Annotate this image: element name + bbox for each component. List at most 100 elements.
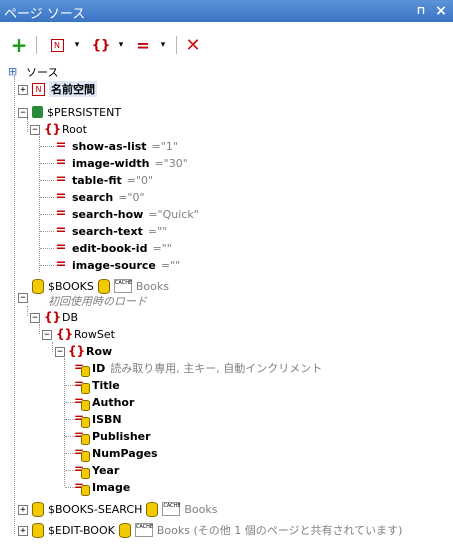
id-note: 読み取り専用, 主キー, 自動インクリメント xyxy=(110,362,323,375)
attribute-icon[interactable]: = xyxy=(134,36,152,55)
field-row[interactable]: = Publisher xyxy=(74,428,151,445)
field-row[interactable]: = Author xyxy=(74,394,135,411)
field-icon: = xyxy=(74,463,90,479)
attribute-icon: = xyxy=(55,155,67,170)
element-icon: {} xyxy=(44,310,62,324)
field-name: Image xyxy=(92,480,131,494)
pin-icon[interactable]: ⊓ xyxy=(414,4,428,18)
attribute-icon: = xyxy=(55,223,67,238)
tree-item-root[interactable]: {} Root xyxy=(44,121,87,137)
node-dropdown-icon[interactable]: ▾ xyxy=(72,36,82,54)
tree-guide xyxy=(40,214,54,215)
attribute-name: search-text xyxy=(72,224,143,238)
tree-item-books[interactable]: $BOOKS CACHE Books xyxy=(32,278,169,294)
database-icon xyxy=(32,501,44,517)
title-bar: ページ ソース ⊓ × xyxy=(0,0,453,22)
field-row[interactable]: = ISBN xyxy=(74,411,122,428)
attribute-row[interactable]: = search-how ="Quick" xyxy=(54,206,199,222)
tree-root[interactable]: ⊞ ソース xyxy=(8,64,58,80)
attribute-row[interactable]: = show-as-list ="1" xyxy=(54,138,178,154)
field-icon: = xyxy=(74,412,90,428)
field-name: Author xyxy=(92,395,135,409)
tree-guide xyxy=(27,306,28,316)
element-icon: {} xyxy=(68,344,86,358)
attribute-row[interactable]: = edit-book-id ="" xyxy=(54,240,172,256)
brace-dropdown-icon[interactable]: ▾ xyxy=(116,36,126,54)
add-icon[interactable]: + xyxy=(10,33,28,57)
collapse-toggle[interactable]: − xyxy=(30,313,40,323)
close-icon[interactable]: × xyxy=(434,4,448,18)
field-icon: = xyxy=(74,446,90,462)
tree-guide xyxy=(39,136,40,272)
attribute-row[interactable]: = image-width ="30" xyxy=(54,155,188,171)
attribute-name: show-as-list xyxy=(72,139,147,153)
books-note: 初回使用時のロード xyxy=(48,293,147,309)
namespaces-label: 名前空間 xyxy=(49,81,97,97)
expand-toggle[interactable]: + xyxy=(18,505,28,515)
attribute-dropdown-icon[interactable]: ▾ xyxy=(158,36,168,54)
field-row[interactable]: = Image xyxy=(74,479,131,496)
expand-toggle[interactable]: + xyxy=(18,85,28,95)
add-node-button[interactable]: N xyxy=(50,36,68,54)
attribute-value: ="0" xyxy=(126,173,154,187)
attribute-value: ="" xyxy=(160,258,181,272)
field-name: ISBN xyxy=(92,412,122,426)
delete-icon[interactable]: ✕ xyxy=(184,35,202,56)
attribute-icon: = xyxy=(55,172,67,187)
attribute-icon: = xyxy=(55,257,67,272)
field-row[interactable]: = Year xyxy=(74,462,119,479)
node-icon: N xyxy=(50,38,64,52)
attribute-value: ="" xyxy=(147,224,168,238)
field-name: NumPages xyxy=(92,446,158,460)
attribute-icon: = xyxy=(55,189,67,204)
attribute-value: ="Quick" xyxy=(148,207,199,221)
toolbar-separator xyxy=(176,36,177,54)
tree-item-persistent[interactable]: $PERSISTENT xyxy=(32,104,121,120)
attribute-row[interactable]: = search ="0" xyxy=(54,189,145,205)
attribute-icon: = xyxy=(55,240,67,255)
books-label: $BOOKS xyxy=(48,279,94,293)
books-note-label: 初回使用時のロード xyxy=(48,295,147,308)
source-tree: ⊞ ソース + N 名前空間 − $PERSISTENT − {} Root =… xyxy=(0,64,453,547)
field-name: Title xyxy=(92,378,120,392)
database-icon xyxy=(32,522,44,538)
tree-item-id[interactable]: = ID 読み取り専用, 主キー, 自動インクリメント xyxy=(74,360,323,377)
window-title: ページ ソース xyxy=(4,7,86,22)
attribute-name: table-fit xyxy=(72,173,122,187)
cache-icon: CACHE xyxy=(113,279,132,293)
edit-book-label: $EDIT-BOOK xyxy=(48,523,115,537)
key-field-icon: = xyxy=(74,361,90,377)
source-icon: ⊞ xyxy=(8,65,18,78)
attribute-row[interactable]: = search-text ="" xyxy=(54,223,168,239)
database-icon xyxy=(146,501,159,517)
collapse-toggle[interactable]: − xyxy=(30,125,40,135)
element-icon: {} xyxy=(44,122,62,136)
tree-item-books-search[interactable]: $BOOKS-SEARCH CACHE Books xyxy=(32,501,217,517)
collapse-toggle[interactable]: − xyxy=(55,347,65,357)
field-icon: = xyxy=(74,429,90,445)
tree-item-edit-book[interactable]: $EDIT-BOOK CACHE Books (その他 1 個のページと共有され… xyxy=(32,522,402,538)
field-icon: = xyxy=(74,395,90,411)
tree-item-namespaces[interactable]: N 名前空間 xyxy=(32,81,97,97)
tree-guide xyxy=(14,76,15,534)
tree-item-db[interactable]: {} DB xyxy=(44,309,78,325)
books-source: Books xyxy=(135,279,169,293)
tree-item-rowset[interactable]: {} RowSet xyxy=(56,326,115,342)
field-row[interactable]: = NumPages xyxy=(74,445,158,462)
tree-guide xyxy=(40,180,54,181)
collapse-toggle[interactable]: − xyxy=(18,293,28,303)
root-label: Root xyxy=(62,122,87,136)
brace-icon[interactable]: {} xyxy=(90,36,112,54)
tree-guide xyxy=(40,163,54,164)
field-row[interactable]: = Title xyxy=(74,377,120,394)
field-icon: = xyxy=(74,378,90,394)
attribute-row[interactable]: = image-source ="" xyxy=(54,257,181,273)
expand-toggle[interactable]: + xyxy=(18,526,28,536)
db-label: DB xyxy=(62,310,79,324)
tree-item-row[interactable]: {} Row xyxy=(68,343,112,359)
collapse-toggle[interactable]: − xyxy=(18,108,28,118)
database-icon xyxy=(118,522,131,538)
collapse-toggle[interactable]: − xyxy=(42,330,52,340)
attribute-row[interactable]: = table-fit ="0" xyxy=(54,172,154,188)
tree-root-label: ソース xyxy=(26,66,59,79)
